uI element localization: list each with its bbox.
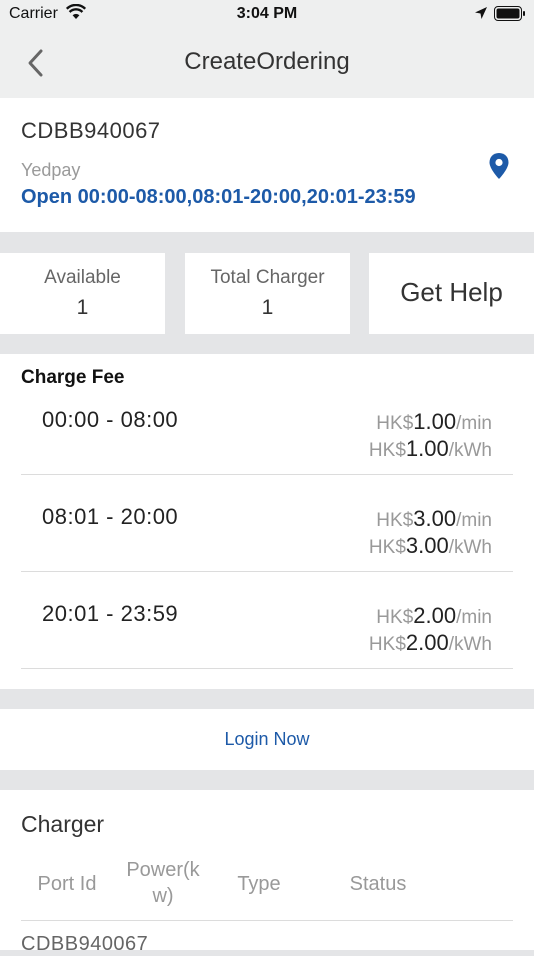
column-header-status: Status bbox=[349, 873, 407, 895]
charger-card: Charger Port Id Power(k w) Type Status C… bbox=[0, 790, 534, 955]
fee-row: 00:00 - 08:00 HK$1.00/min HK$1.00/kWh bbox=[21, 378, 513, 475]
fee-per-min: HK$3.00/min bbox=[376, 506, 492, 531]
page-title: CreateOrdering bbox=[184, 48, 350, 75]
status-bar: Carrier 3:04 PM bbox=[0, 0, 534, 28]
total-charger-label: Total Charger bbox=[210, 267, 325, 288]
total-charger-value: 1 bbox=[261, 296, 274, 319]
available-label: Available bbox=[44, 267, 121, 288]
fee-per-kwh: HK$3.00/kWh bbox=[368, 533, 492, 558]
fee-time-range: 00:00 - 08:00 bbox=[42, 407, 179, 432]
total-charger-stat: Total Charger 1 bbox=[185, 253, 350, 334]
operator-name: Yedpay bbox=[21, 160, 81, 180]
charger-heading: Charger bbox=[21, 811, 105, 837]
fee-time-range: 08:01 - 20:00 bbox=[42, 504, 179, 529]
opening-hours: Open 00:00-08:00,08:01-20:00,20:01-23:59 bbox=[21, 186, 416, 208]
battery-icon bbox=[494, 6, 526, 26]
navigation-bar: CreateOrdering bbox=[0, 28, 534, 98]
fee-per-min: HK$2.00/min bbox=[376, 603, 492, 628]
column-header-type: Type bbox=[237, 873, 281, 895]
table-divider bbox=[21, 920, 513, 921]
charger-port-id: CDBB940067 bbox=[21, 933, 149, 955]
fee-row: 08:01 - 20:00 HK$3.00/min HK$3.00/kWh bbox=[21, 475, 513, 572]
column-header-power: Power(k w) bbox=[126, 859, 200, 907]
status-time: 3:04 PM bbox=[236, 5, 298, 22]
fee-row: 20:01 - 23:59 HK$2.00/min HK$2.00/kWh bbox=[21, 572, 513, 669]
available-value: 1 bbox=[76, 296, 89, 319]
fee-time-range: 20:01 - 23:59 bbox=[42, 601, 179, 626]
charge-fee-card: Charge Fee 00:00 - 08:00 HK$1.00/min HK$… bbox=[0, 354, 534, 689]
column-header-port-id: Port Id bbox=[37, 873, 97, 895]
station-info-card: CDBB940067 Yedpay Open 00:00-08:00,08:01… bbox=[0, 98, 534, 232]
location-arrow-icon bbox=[474, 6, 488, 25]
fee-per-kwh: HK$1.00/kWh bbox=[368, 436, 492, 461]
fee-per-kwh: HK$2.00/kWh bbox=[368, 630, 492, 655]
login-now-link[interactable]: Login Now bbox=[0, 729, 534, 750]
get-help-button[interactable]: Get Help bbox=[369, 253, 534, 334]
station-code: CDBB940067 bbox=[21, 118, 161, 143]
available-stat: Available 1 bbox=[0, 253, 165, 334]
get-help-label: Get Help bbox=[400, 277, 503, 307]
map-pin-icon[interactable] bbox=[488, 152, 510, 185]
fee-per-min: HK$1.00/min bbox=[376, 409, 492, 434]
login-section: Login Now bbox=[0, 709, 534, 770]
